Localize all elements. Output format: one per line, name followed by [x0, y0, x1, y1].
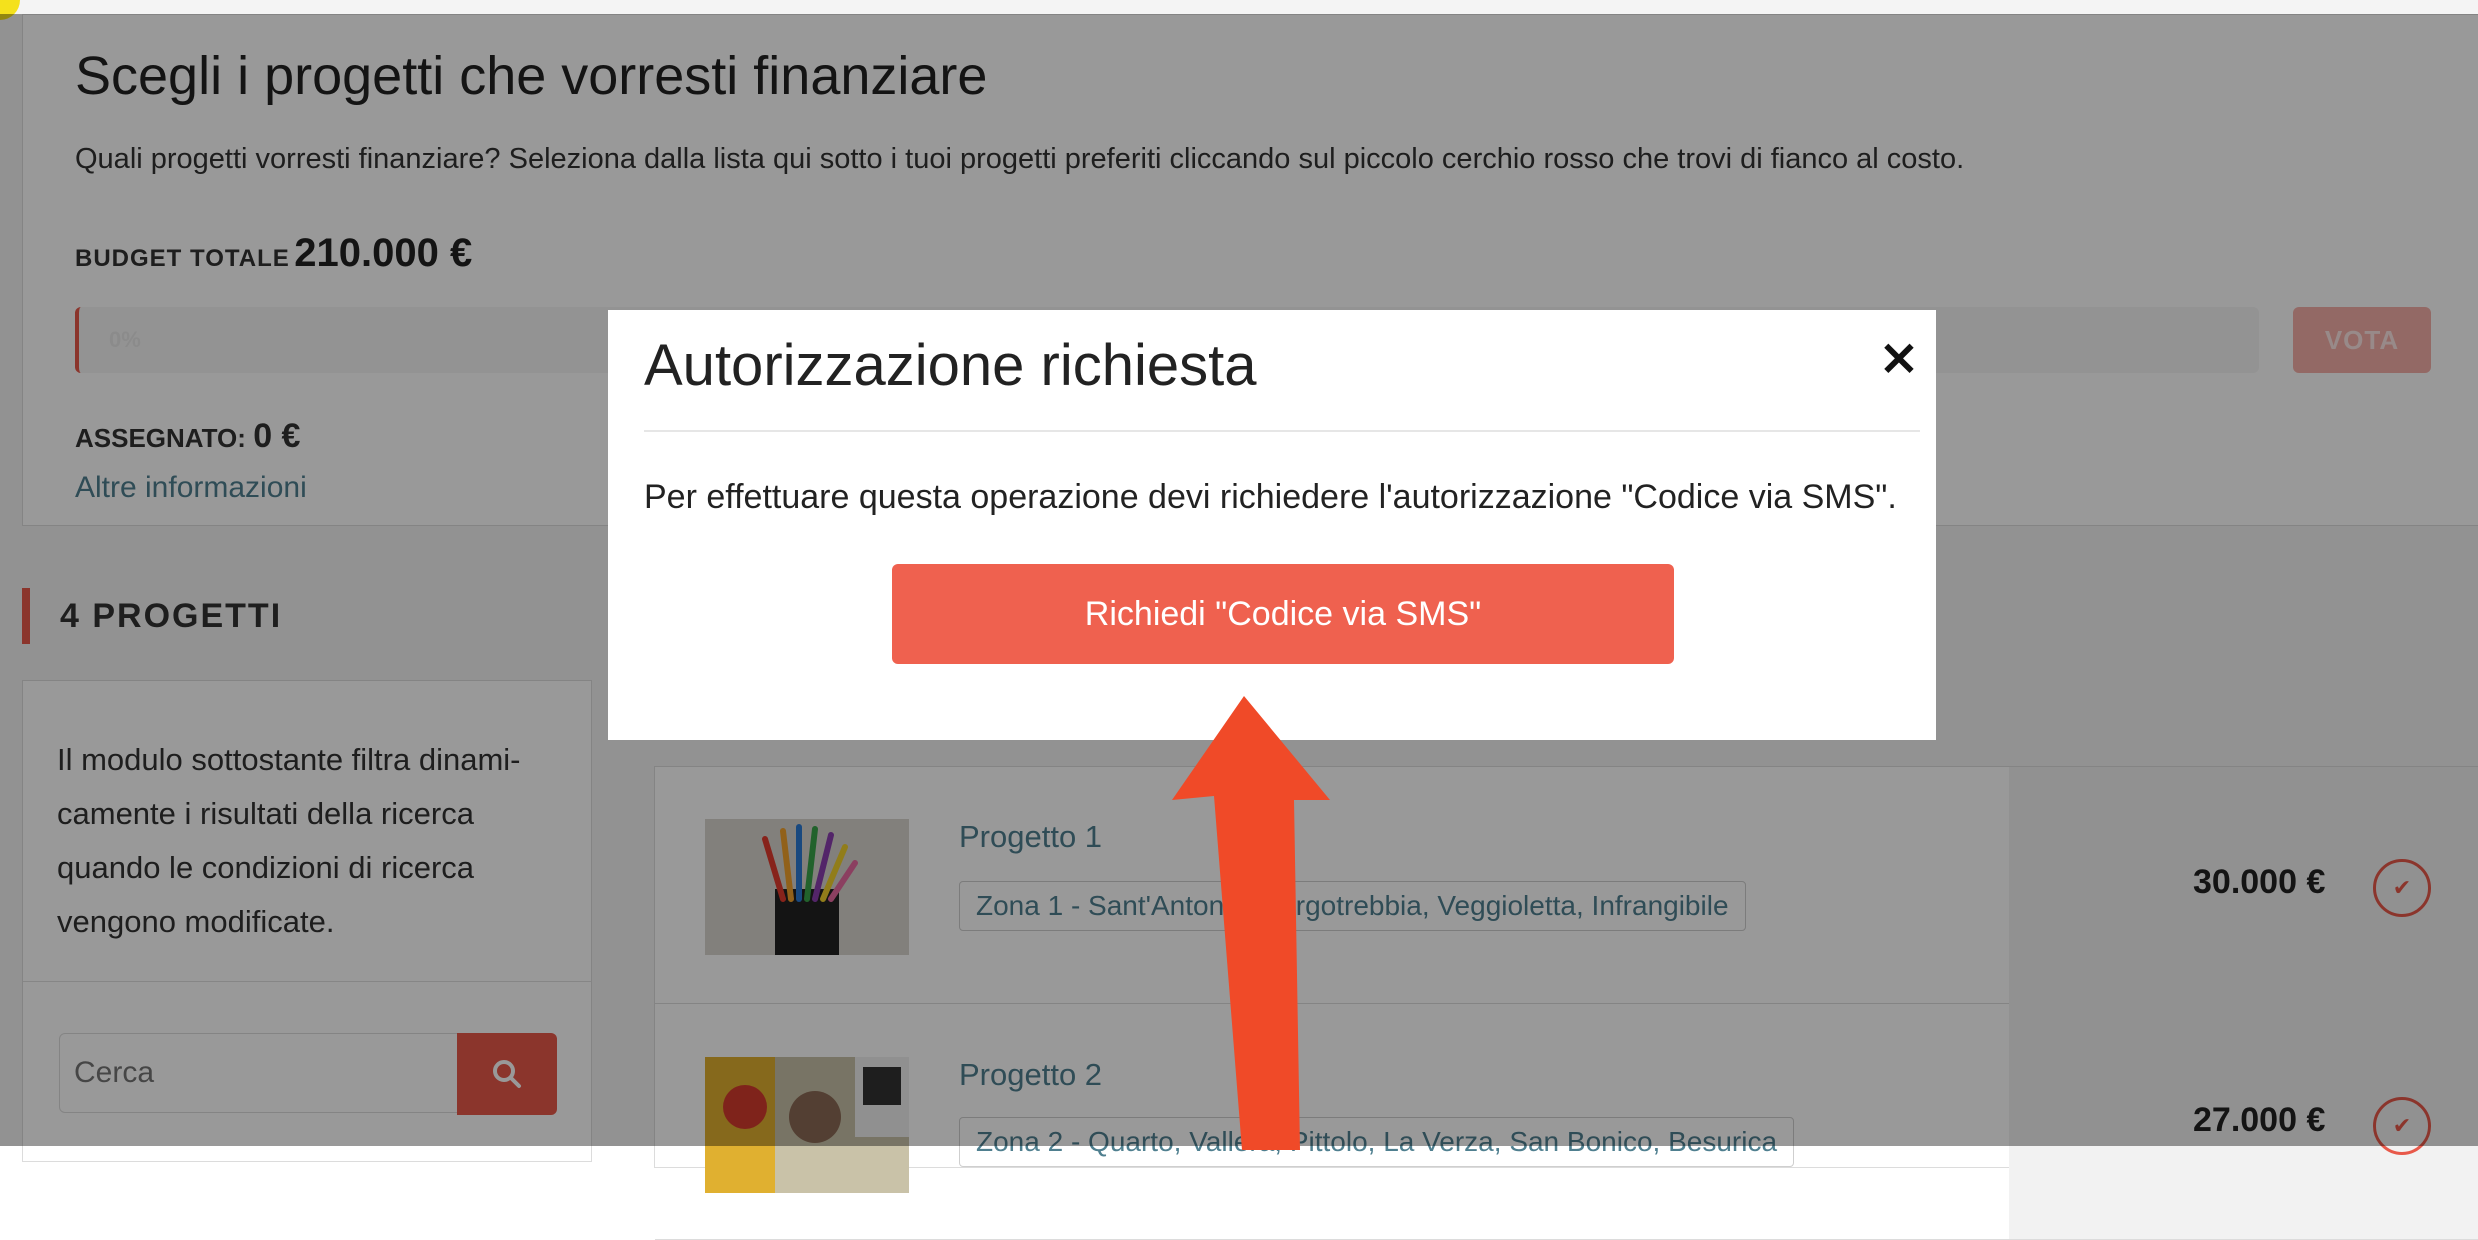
authorization-modal: Autorizzazione richiesta × Per effettuar… [608, 310, 1936, 740]
close-icon[interactable]: × [1878, 332, 1920, 382]
divider [644, 430, 1920, 432]
annotation-arrow-icon [1172, 696, 1330, 1150]
modal-message: Per effettuare questa operazione devi ri… [644, 478, 1897, 516]
modal-title: Autorizzazione richiesta [644, 333, 1257, 398]
request-sms-code-button[interactable]: Richiedi "Codice via SMS" [892, 564, 1674, 664]
